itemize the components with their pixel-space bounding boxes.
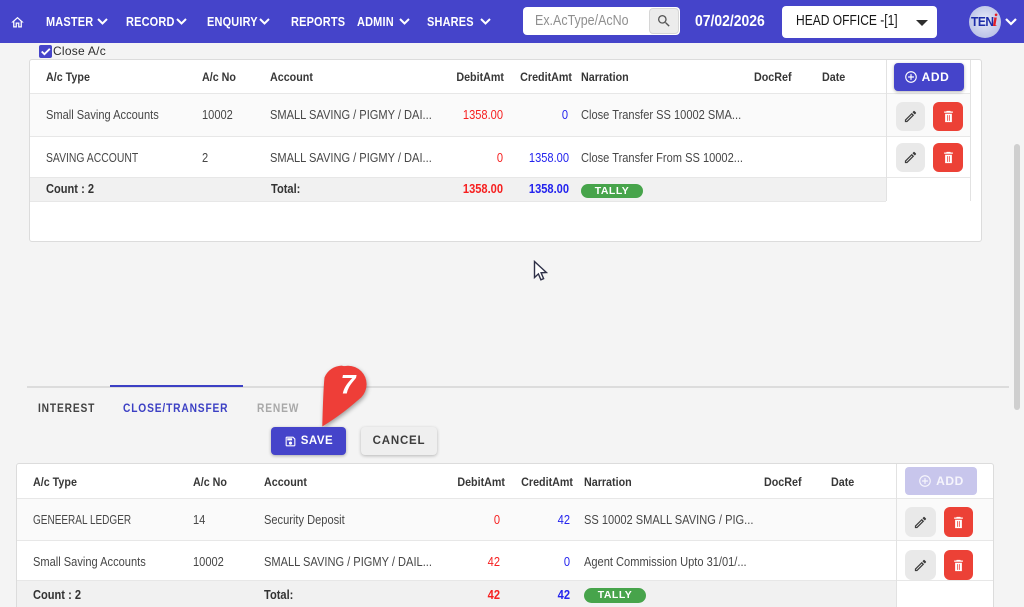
svg-text:7: 7: [340, 370, 357, 400]
